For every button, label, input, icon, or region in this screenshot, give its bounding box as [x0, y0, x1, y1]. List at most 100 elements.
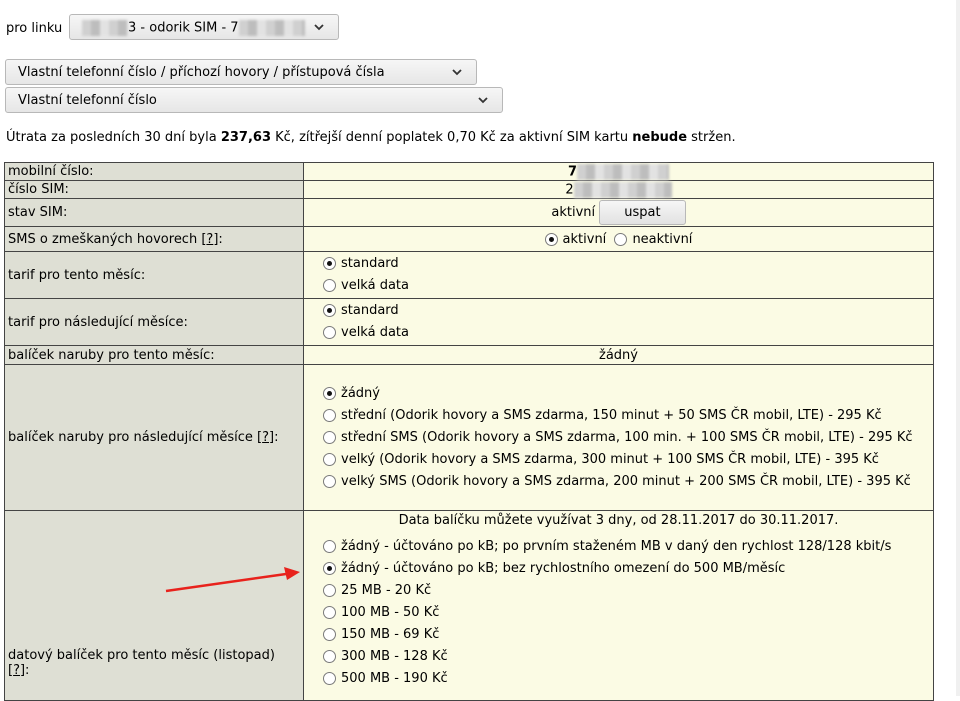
link-select-value: - odorik SIM - 7 [140, 20, 239, 36]
link-select-value-prefix: 3 [128, 20, 137, 36]
radio-option-label: standard [341, 303, 399, 318]
tariff-this-standard-radio[interactable] [323, 257, 336, 270]
radio-option-label: velký SMS (Odorik hovory a SMS zdarma, 2… [341, 473, 911, 489]
tariff-next-standard-radio[interactable] [323, 304, 336, 317]
package-next-radio[interactable] [323, 386, 336, 400]
radio-option: velký SMS (Odorik hovory a SMS zdarma, 2… [307, 471, 930, 493]
sim-number-prefix: 2 [565, 182, 574, 197]
data-this-radio[interactable] [323, 584, 336, 597]
tariff-next-value: standard velká data [303, 298, 934, 346]
redacted-phone-tail [238, 20, 305, 36]
subsection-select[interactable]: Vlastní telefonní číslo [5, 87, 503, 113]
scrollbar[interactable] [956, 0, 960, 696]
package-next-radio[interactable] [323, 452, 336, 466]
help-link[interactable]: ? [13, 663, 20, 678]
missed-sms-active-radio[interactable] [544, 232, 558, 246]
sim-state-text: aktivní [551, 205, 596, 220]
radio-option: střední SMS (Odorik hovory a SMS zdarma,… [307, 427, 930, 449]
data-this-label-text: datový balíček pro tento měsíc (listopad… [8, 648, 275, 663]
data-this-radio[interactable] [323, 606, 336, 619]
radio-option: velká data [307, 275, 930, 297]
summary-text-3: stržen. [687, 130, 736, 145]
radio-option: velký (Odorik hovory a SMS zdarma, 300 m… [307, 449, 930, 471]
table-row: tarif pro následující měsíce: standard v… [4, 298, 934, 346]
data-this-label-end: ]: [19, 663, 30, 678]
radio-option: žádný - účtováno po kB; bez rychlostního… [307, 558, 930, 580]
link-select[interactable]: 3 - odorik SIM - 7 [69, 14, 339, 40]
subsection-select-value: Vlastní telefonní číslo [18, 93, 157, 108]
tariff-next-label: tarif pro následující měsíce: [4, 298, 304, 346]
missed-sms-label-text: SMS o zmeškaných hovorech [ [8, 231, 207, 247]
sleep-button[interactable]: uspat [599, 200, 686, 225]
data-this-value: Data balíčku můžete využívat 3 dny, od 2… [303, 510, 934, 701]
table-row: balíček naruby pro tento měsíc: žádný [4, 345, 934, 365]
chevron-down-icon [478, 97, 488, 104]
table-row: mobilní číslo: 7 [4, 162, 934, 181]
section-select-value: Vlastní telefonní číslo / příchozí hovor… [18, 65, 385, 80]
redacted-phone-part [82, 20, 128, 36]
radio-option-label: velká data [341, 278, 409, 293]
data-this-radio[interactable] [323, 562, 336, 575]
radio-option: střední (Odorik hovory a SMS zdarma, 150… [307, 405, 930, 427]
radio-option-label: 500 MB - 190 Kč [341, 671, 448, 686]
radio-option-label: 150 MB - 69 Kč [341, 627, 440, 642]
mobile-number-label: mobilní číslo: [4, 162, 304, 181]
table-row: datový balíček pro tento měsíc (listopad… [4, 510, 934, 701]
radio-option: žádný [307, 383, 930, 405]
mobile-number-prefix: 7 [567, 164, 578, 179]
missed-sms-inactive-label: neaktivní [632, 231, 693, 247]
radio-option-label: 25 MB - 20 Kč [341, 583, 432, 598]
package-next-label-end: ]: [269, 430, 279, 445]
radio-option-label: žádný - účtováno po kB; bez rychlostního… [341, 561, 786, 576]
data-this-radio[interactable] [323, 672, 336, 685]
mobile-number-value: 7 [303, 162, 934, 181]
data-this-radio[interactable] [323, 628, 336, 641]
summary-text-2: Kč, zítřejší denní poplatek 0,70 Kč za a… [271, 130, 633, 145]
red-arrow-annotation [165, 567, 300, 593]
radio-option-label: střední SMS (Odorik hovory a SMS zdarma,… [341, 429, 913, 445]
radio-option: 25 MB - 20 Kč [307, 580, 930, 602]
package-next-value: žádný střední (Odorik hovory a SMS zdarm… [303, 364, 934, 511]
radio-option-label: žádný - účtováno po kB; po prvním stažen… [341, 539, 892, 554]
missed-sms-value: aktivní neaktivní [303, 226, 934, 252]
radio-option: 150 MB - 69 Kč [307, 624, 930, 646]
summary-text-1: Útrata za posledních 30 dní byla [6, 130, 221, 145]
radio-option-label: velký (Odorik hovory a SMS zdarma, 300 m… [341, 451, 879, 467]
table-row: číslo SIM: 2 [4, 180, 934, 199]
radio-option-label: standard [341, 256, 399, 271]
tariff-next-bigdata-radio[interactable] [323, 326, 336, 339]
radio-option: žádný - účtováno po kB; po prvním stažen… [307, 536, 930, 558]
table-row: SMS o zmeškaných hovorech [?]: aktivní n… [4, 226, 934, 252]
package-next-label-text: balíček naruby pro následující měsíce [ [8, 430, 263, 445]
data-this-radio[interactable] [323, 650, 336, 663]
radio-option: 300 MB - 128 Kč [307, 646, 930, 668]
data-package-note: Data balíčku můžete využívat 3 dny, od 2… [398, 513, 839, 528]
spending-summary: Útrata za posledních 30 dní byla 237,63 … [6, 130, 736, 145]
data-this-label: datový balíček pro tento měsíc (listopad… [4, 510, 304, 701]
package-next-label: balíček naruby pro následující měsíce [?… [4, 364, 304, 511]
sim-settings-table: mobilní číslo: 7 číslo SIM: 2 stav SIM: … [4, 162, 934, 701]
summary-amount: 237,63 [220, 130, 271, 145]
radio-option: 100 MB - 50 Kč [307, 602, 930, 624]
package-next-radio[interactable] [323, 474, 336, 488]
radio-option-label: žádný [341, 385, 380, 401]
redacted-sim [573, 181, 672, 198]
radio-option-label: střední (Odorik hovory a SMS zdarma, 150… [341, 407, 882, 423]
radio-option-label: 300 MB - 128 Kč [341, 649, 448, 664]
sim-number-label: číslo SIM: [4, 180, 304, 199]
package-next-radio[interactable] [323, 408, 336, 422]
data-this-radio[interactable] [323, 540, 336, 553]
tariff-this-bigdata-radio[interactable] [323, 279, 336, 292]
tariff-this-value: standard velká data [303, 251, 934, 299]
package-this-value: žádný [303, 345, 934, 365]
package-next-radio[interactable] [323, 430, 336, 444]
arrow-shaft [165, 572, 287, 593]
section-select[interactable]: Vlastní telefonní číslo / příchozí hovor… [5, 59, 477, 85]
help-link[interactable]: ? [262, 430, 269, 445]
missed-sms-inactive-radio[interactable] [614, 232, 628, 246]
chevron-down-icon [452, 69, 462, 76]
summary-emph: nebude [632, 130, 688, 145]
sim-state-value: aktivní uspat [303, 198, 934, 227]
radio-option-label: 100 MB - 50 Kč [341, 605, 440, 620]
table-row: stav SIM: aktivní uspat [4, 198, 934, 227]
